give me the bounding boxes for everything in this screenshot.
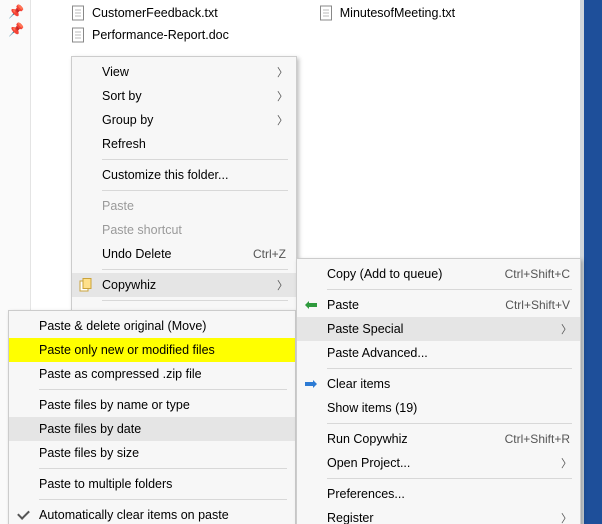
menu-paste-advanced[interactable]: Paste Advanced...: [297, 341, 580, 365]
chevron-right-icon: 〉: [277, 88, 288, 104]
paste-icon: [303, 300, 319, 310]
menu-separator: [39, 468, 287, 469]
menu-customize[interactable]: Customize this folder...: [72, 163, 296, 187]
menu-sort[interactable]: Sort by〉: [72, 84, 296, 108]
menu-paste-by-size[interactable]: Paste files by size: [9, 441, 295, 465]
chevron-right-icon: 〉: [277, 64, 288, 80]
context-menu: View〉 Sort by〉 Group by〉 Refresh Customi…: [71, 56, 297, 332]
chevron-right-icon: 〉: [277, 277, 288, 293]
menu-copy-queue[interactable]: Copy (Add to queue)Ctrl+Shift+C: [297, 262, 580, 286]
menu-separator: [39, 499, 287, 500]
chevron-right-icon: 〉: [277, 112, 288, 128]
menu-paste: Paste: [72, 194, 296, 218]
menu-separator: [102, 159, 288, 160]
menu-preferences[interactable]: Preferences...: [297, 482, 580, 506]
menu-paste-by-date[interactable]: Paste files by date: [9, 417, 295, 441]
menu-separator: [327, 423, 572, 424]
menu-separator: [102, 300, 288, 301]
text-file-icon: [318, 5, 334, 21]
menu-paste-special[interactable]: Paste Special〉: [297, 317, 580, 341]
menu-separator: [327, 478, 572, 479]
pin-icon: 📌: [8, 4, 24, 20]
copywhiz-icon: [78, 278, 94, 292]
menu-paste-shortcut: Paste shortcut: [72, 218, 296, 242]
copywhiz-submenu: Copy (Add to queue)Ctrl+Shift+C PasteCtr…: [296, 258, 581, 524]
window-edge: [580, 0, 602, 524]
file-name: Performance-Report.doc: [92, 26, 229, 44]
chevron-right-icon: 〉: [561, 455, 572, 471]
menu-paste-only-new[interactable]: Paste only new or modified files: [9, 338, 295, 362]
menu-paste-multiple[interactable]: Paste to multiple folders: [9, 472, 295, 496]
menu-separator: [102, 190, 288, 191]
menu-separator: [102, 269, 288, 270]
menu-group[interactable]: Group by〉: [72, 108, 296, 132]
menu-copywhiz[interactable]: Copywhiz〉: [72, 273, 296, 297]
file-item[interactable]: Performance-Report.doc: [70, 26, 229, 44]
chevron-right-icon: 〉: [561, 321, 572, 337]
paste-special-submenu: Paste & delete original (Move) Paste onl…: [8, 310, 296, 524]
menu-run-copywhiz[interactable]: Run CopywhizCtrl+Shift+R: [297, 427, 580, 451]
menu-view[interactable]: View〉: [72, 60, 296, 84]
text-file-icon: [70, 5, 86, 21]
menu-separator: [327, 368, 572, 369]
pin-icon: 📌: [8, 22, 24, 38]
menu-register[interactable]: Register〉: [297, 506, 580, 524]
chevron-right-icon: 〉: [561, 510, 572, 524]
file-name: CustomerFeedback.txt: [92, 4, 218, 22]
menu-show-items[interactable]: Show items (19): [297, 396, 580, 420]
menu-auto-clear[interactable]: Automatically clear items on paste: [9, 503, 295, 524]
menu-cw-paste[interactable]: PasteCtrl+Shift+V: [297, 293, 580, 317]
doc-file-icon: [70, 27, 86, 43]
file-item[interactable]: MinutesofMeeting.txt: [318, 4, 455, 22]
menu-paste-delete-original[interactable]: Paste & delete original (Move): [9, 314, 295, 338]
file-item[interactable]: CustomerFeedback.txt: [70, 4, 218, 22]
menu-paste-by-name[interactable]: Paste files by name or type: [9, 393, 295, 417]
file-name: MinutesofMeeting.txt: [340, 4, 455, 22]
menu-separator: [327, 289, 572, 290]
menu-clear-items[interactable]: Clear items: [297, 372, 580, 396]
menu-paste-zip[interactable]: Paste as compressed .zip file: [9, 362, 295, 386]
menu-separator: [39, 389, 287, 390]
clear-icon: [303, 380, 319, 388]
menu-undo[interactable]: Undo DeleteCtrl+Z: [72, 242, 296, 266]
menu-open-project[interactable]: Open Project...〉: [297, 451, 580, 475]
menu-refresh[interactable]: Refresh: [72, 132, 296, 156]
